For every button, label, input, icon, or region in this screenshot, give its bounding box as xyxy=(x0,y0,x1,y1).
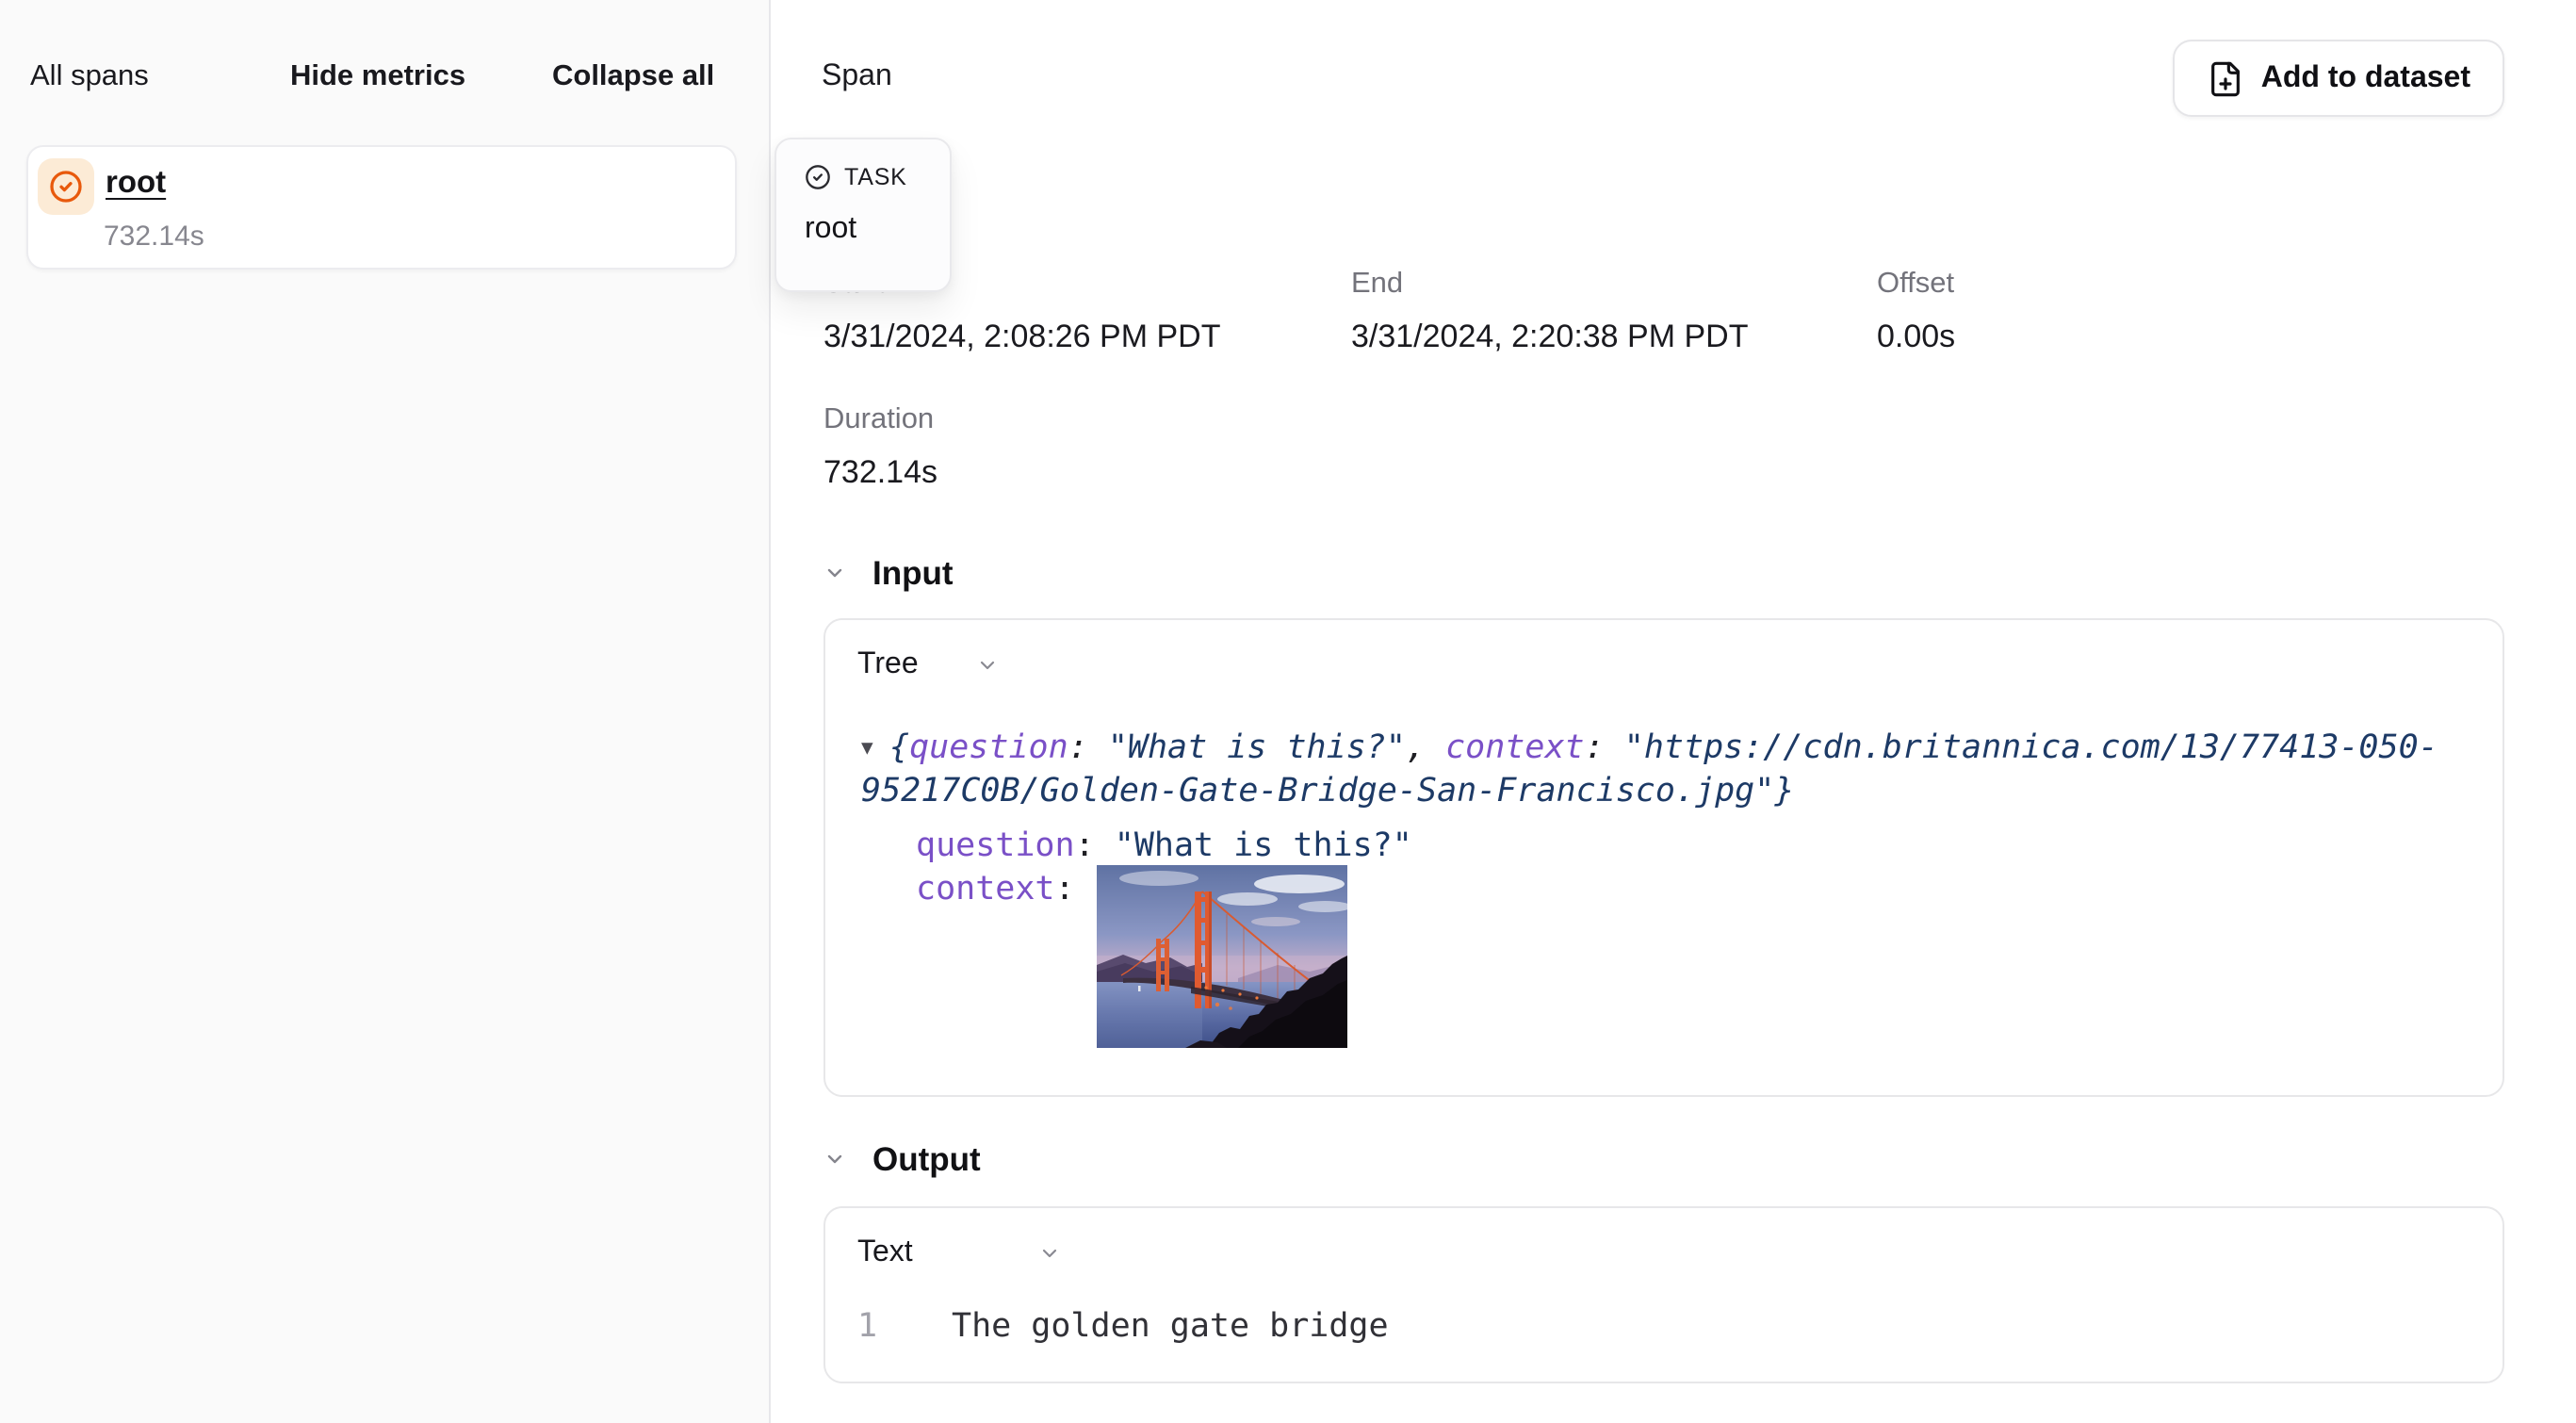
golden-gate-bridge-photo[interactable] xyxy=(1098,865,1348,1048)
chevron-down-icon xyxy=(823,562,846,584)
duration-field: Duration 732.14s xyxy=(823,401,937,492)
input-view-mode: Tree xyxy=(857,646,919,684)
tree-preview-line-1: ▼{question: "What is this?", context: "h… xyxy=(861,729,2470,773)
output-code-line: 1 The golden gate bridge xyxy=(857,1306,2470,1349)
offset-field: Offset 0.00s xyxy=(1877,266,1955,356)
end-value: 3/31/2024, 2:20:38 PM PDT xyxy=(1351,317,1749,356)
collapse-all-button[interactable]: Collapse all xyxy=(552,58,714,96)
output-section-title: Output xyxy=(872,1138,981,1180)
duration-value: 732.14s xyxy=(823,452,937,492)
input-section-toggle[interactable]: Input xyxy=(823,552,954,594)
tree-preview-line-2: 95217C0B/Golden-Gate-Bridge-San-Francisc… xyxy=(861,773,2470,812)
line-number: 1 xyxy=(857,1306,884,1349)
output-view-select[interactable]: Text xyxy=(857,1235,1062,1272)
output-view-mode: Text xyxy=(857,1235,913,1272)
span-detail-panel: Span Add to dataset TASK root Start 3/31… xyxy=(773,0,2576,1423)
span-name-link[interactable]: root xyxy=(106,166,166,202)
tree-row-context: context: xyxy=(916,869,2470,1048)
output-section-toggle[interactable]: Output xyxy=(823,1138,981,1180)
input-panel: Tree ▼{question: "What is this?", contex… xyxy=(823,618,2504,1097)
chevron-down-icon xyxy=(1039,1242,1062,1265)
add-to-dataset-button[interactable]: Add to dataset xyxy=(2173,40,2504,117)
add-to-dataset-label: Add to dataset xyxy=(2261,61,2470,95)
output-panel: Text 1 The golden gate bridge xyxy=(823,1206,2504,1383)
span-duration: 732.14s xyxy=(104,221,204,253)
span-type-label: TASK xyxy=(844,164,907,190)
chevron-down-icon xyxy=(823,1148,846,1170)
spans-sidebar: All spans Hide metrics Collapse all root… xyxy=(0,0,771,1423)
all-spans-filter[interactable]: All spans xyxy=(30,58,149,96)
output-text: The golden gate bridge xyxy=(952,1306,1389,1349)
file-plus-icon xyxy=(2207,59,2244,97)
triangle-down-icon[interactable]: ▼ xyxy=(861,729,889,769)
offset-value: 0.00s xyxy=(1877,317,1955,356)
popup-span-name: root xyxy=(805,213,921,247)
end-label: End xyxy=(1351,266,1749,302)
task-status-tile xyxy=(38,158,94,215)
duration-label: Duration xyxy=(823,401,937,437)
page-title: Span xyxy=(822,60,892,94)
tree-row-question: question: "What is this?" xyxy=(916,826,2470,869)
circle-check-icon xyxy=(805,164,831,190)
span-type-popup: TASK root xyxy=(774,138,952,292)
chevron-down-icon xyxy=(977,654,1000,677)
offset-label: Offset xyxy=(1877,266,1955,302)
end-field: End 3/31/2024, 2:20:38 PM PDT xyxy=(1351,266,1749,356)
span-viewer-app: All spans Hide metrics Collapse all root… xyxy=(0,0,2576,1423)
span-row-root[interactable]: root 732.14s xyxy=(26,145,737,270)
input-view-select[interactable]: Tree xyxy=(857,646,1000,684)
input-section-title: Input xyxy=(872,552,954,594)
hide-metrics-button[interactable]: Hide metrics xyxy=(290,58,465,96)
tree-view-content: ▼{question: "What is this?", context: "h… xyxy=(861,729,2470,1048)
start-value: 3/31/2024, 2:08:26 PM PDT xyxy=(823,317,1221,356)
circle-check-icon xyxy=(49,170,83,204)
